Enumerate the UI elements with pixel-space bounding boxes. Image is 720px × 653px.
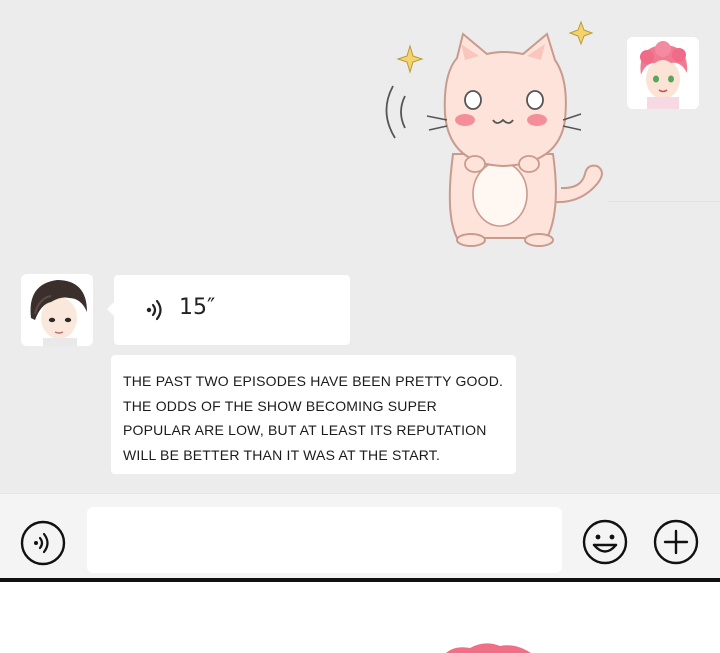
chat-area: 15″ THE PAST TWO EPISODES HAVE BEEN PRET…	[0, 0, 720, 493]
pink-hair-peek-icon	[445, 643, 531, 653]
avatar-left[interactable]	[21, 274, 93, 346]
next-panel	[0, 582, 720, 653]
dark-hair-man-avatar-icon	[21, 274, 93, 346]
voice-toggle-icon	[20, 520, 66, 566]
pink-hair-boy-avatar-icon	[627, 37, 699, 109]
input-bar	[0, 493, 720, 579]
emoji-button[interactable]	[581, 518, 629, 566]
avatar-right[interactable]	[627, 37, 699, 109]
plus-icon	[653, 519, 699, 565]
cat-icon	[385, 20, 603, 247]
emoji-icon	[582, 519, 628, 565]
plus-button[interactable]	[652, 518, 700, 566]
voice-duration: 15″	[179, 295, 216, 320]
divider-line	[608, 201, 720, 202]
waving-cat-sticker[interactable]	[375, 14, 615, 254]
message-input[interactable]	[87, 507, 562, 573]
message-text: THE PAST TWO EPISODES HAVE BEEN PRETTY G…	[123, 373, 504, 463]
voice-toggle-button[interactable]	[19, 519, 67, 567]
text-message-bubble[interactable]: THE PAST TWO EPISODES HAVE BEEN PRETTY G…	[111, 355, 516, 474]
voice-wave-icon	[146, 299, 162, 321]
voice-message-bubble[interactable]: 15″	[107, 275, 350, 345]
